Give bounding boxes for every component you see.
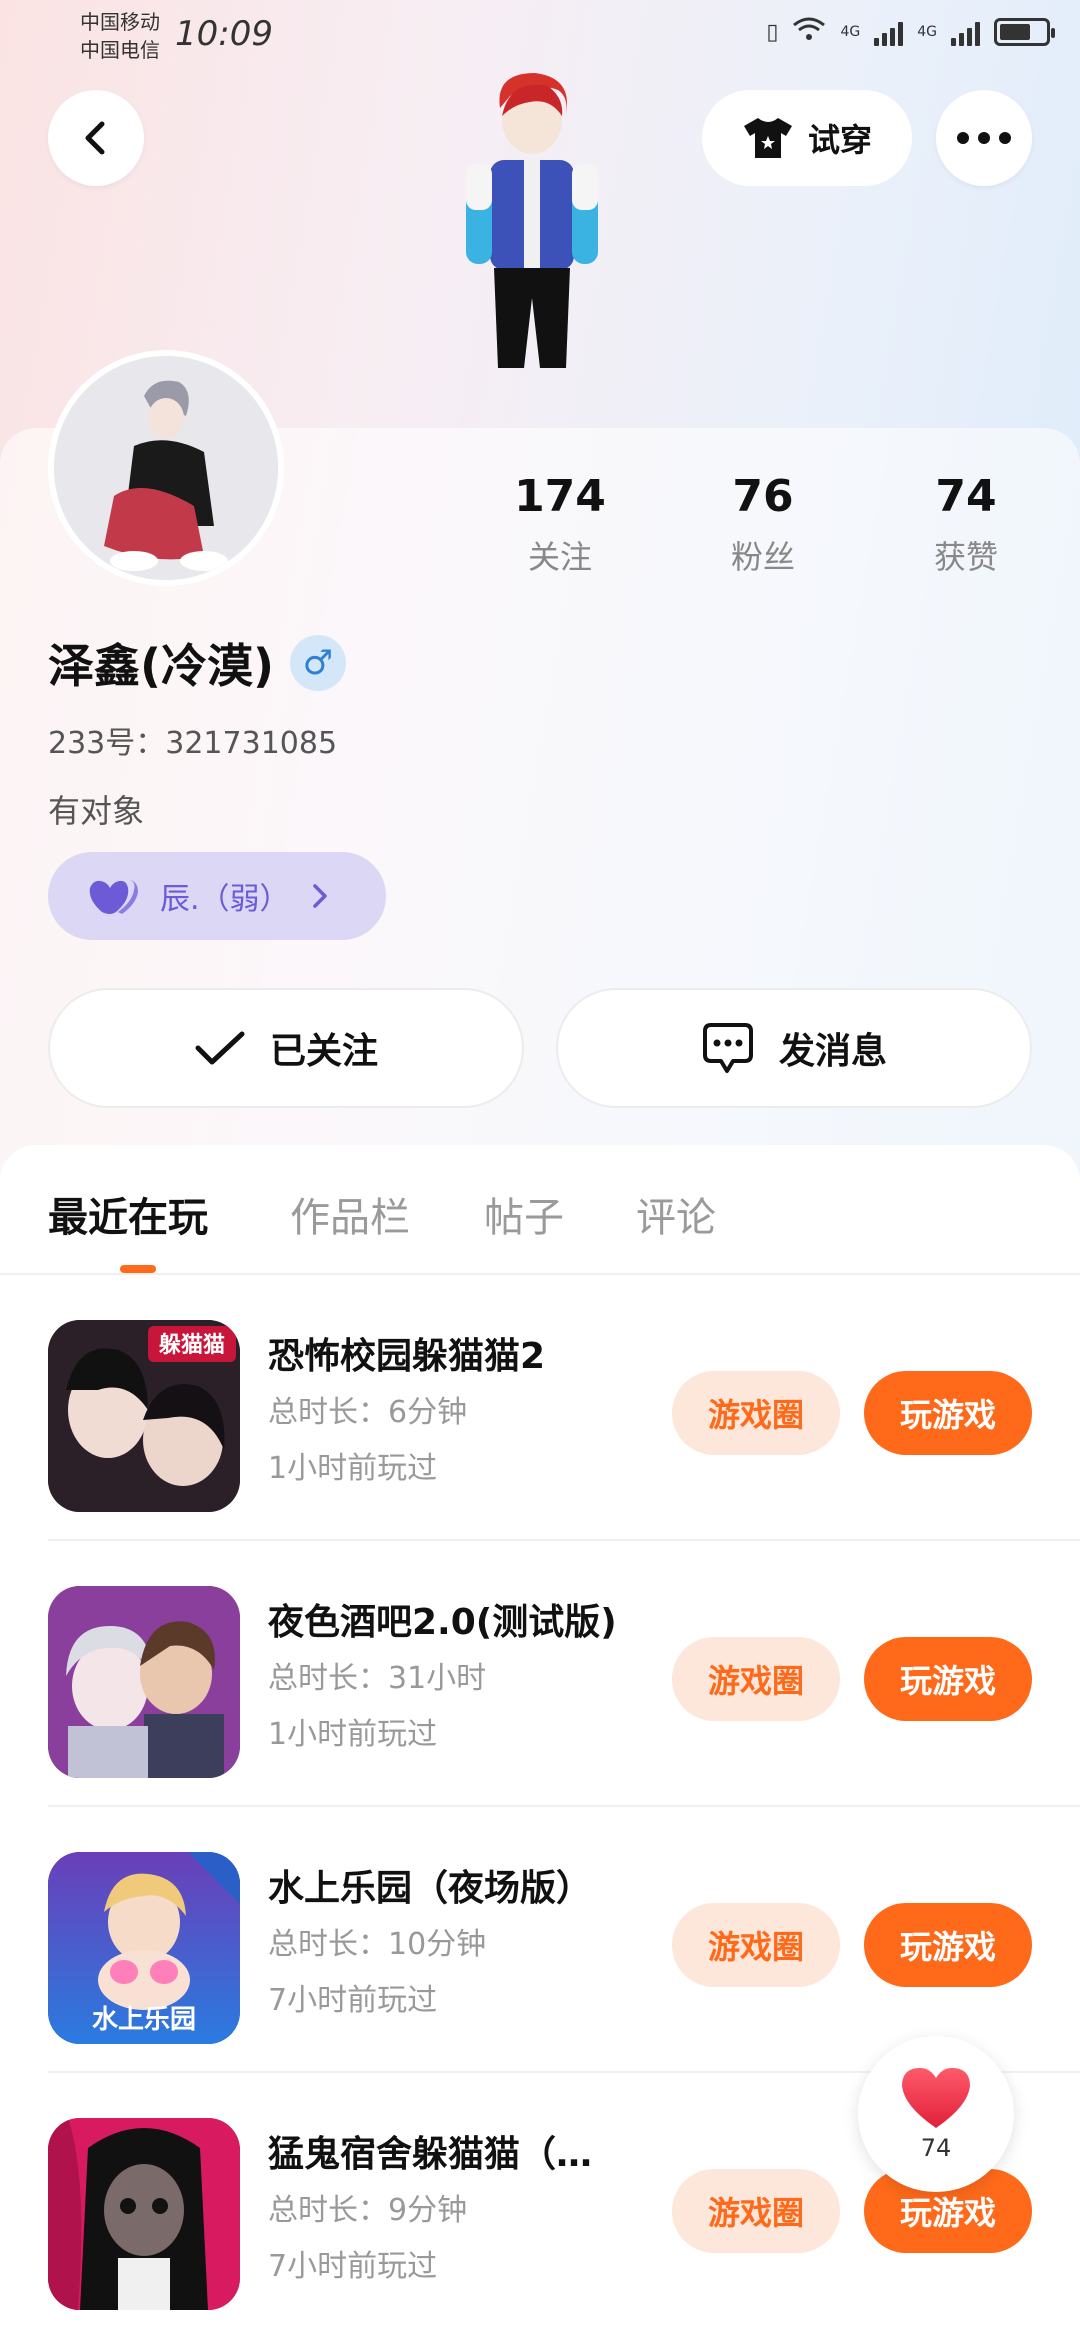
male-gender-icon: ♂	[290, 635, 347, 691]
check-icon	[195, 1031, 245, 1065]
play-game-button[interactable]: 玩游戏	[864, 1903, 1032, 1987]
user-avatar[interactable]	[48, 350, 284, 586]
vibrate-icon: ▯	[766, 19, 779, 45]
active-tab-indicator	[120, 1265, 156, 1273]
following-button[interactable]: 已关注	[48, 988, 524, 1108]
clock: 10:09	[175, 14, 273, 54]
game-title: 水上乐园（夜场版）	[268, 1868, 593, 1909]
status-bar: 中国移动 中国电信 10:09 ▯ 4G 4G	[0, 0, 1080, 70]
game-row[interactable]: 躲猫猫 恐怖校园躲猫猫2 总时长：6分钟 1小时前玩过 游戏圈 玩游戏	[0, 1275, 1080, 1541]
stat-following-label: 关注	[527, 538, 592, 576]
cp-relationship-pill[interactable]: 辰.（弱）	[48, 852, 386, 940]
send-message-button[interactable]: 发消息	[556, 988, 1032, 1108]
game-row[interactable]: 夜色酒吧2.0(测试版) 总时长：31小时 1小时前玩过 游戏圈 玩游戏	[0, 1541, 1080, 1807]
game-icon[interactable]	[48, 1586, 240, 1778]
game-icon[interactable]	[48, 2118, 240, 2310]
shirt-icon	[743, 118, 792, 158]
stat-likes[interactable]: 74 获赞	[886, 470, 1046, 578]
game-icon-text: 躲猫猫	[159, 1332, 225, 1358]
game-circle-button[interactable]: 游戏圈	[672, 1637, 840, 1721]
try-on-button[interactable]: 试穿	[702, 90, 912, 186]
signal-icon-2	[951, 18, 980, 46]
game-icon[interactable]: 水上乐园	[48, 1852, 240, 2044]
more-dots-icon	[957, 132, 1011, 144]
game-duration: 总时长：10分钟	[268, 1927, 487, 1962]
chevron-right-icon	[312, 884, 327, 908]
stat-likes-label: 获赞	[933, 538, 998, 576]
stat-following-value: 174	[514, 471, 606, 522]
chevron-left-icon	[85, 121, 105, 155]
wifi-icon	[792, 16, 826, 48]
network-type-1: 4G	[840, 24, 861, 40]
game-circle-button[interactable]: 游戏圈	[672, 1903, 840, 1987]
more-options-button[interactable]	[936, 90, 1032, 186]
game-icon[interactable]: 躲猫猫	[48, 1320, 240, 1512]
like-count: 74	[920, 2134, 952, 2162]
game-circle-button[interactable]: 游戏圈	[672, 1371, 840, 1455]
play-game-button[interactable]: 玩游戏	[864, 1371, 1032, 1455]
like-floating-button[interactable]: 74	[858, 2036, 1014, 2192]
user-bio: 有对象	[48, 792, 145, 830]
game-last-played: 1小时前玩过	[268, 1451, 438, 1486]
status-icons: ▯ 4G 4G	[766, 16, 1055, 48]
tab-posts[interactable]: 帖子	[484, 1185, 564, 1243]
stat-following[interactable]: 174 关注	[480, 470, 640, 578]
game-icon-text: 水上乐园	[92, 2005, 196, 2035]
chat-bubble-icon	[702, 1023, 753, 1073]
game-last-played: 7小时前玩过	[268, 1983, 438, 2018]
game-circle-button[interactable]: 游戏圈	[672, 2169, 840, 2253]
game-title: 夜色酒吧2.0(测试版)	[268, 1602, 617, 1643]
tab-recently-played[interactable]: 最近在玩	[48, 1185, 208, 1243]
heart-icon	[902, 2068, 970, 2128]
profile-tabs: 最近在玩 作品栏 帖子 评论	[0, 1145, 1080, 1275]
stat-followers-value: 76	[732, 471, 794, 522]
game-last-played: 1小时前玩过	[268, 1717, 438, 1752]
carrier-2: 中国电信	[80, 38, 160, 62]
user-id: 233号：321731085	[48, 726, 338, 761]
stat-followers[interactable]: 76 粉丝	[683, 470, 843, 578]
game-row[interactable]: 水上乐园 水上乐园（夜场版） 总时长：10分钟 7小时前玩过 游戏圈 玩游戏	[0, 1807, 1080, 2073]
tab-comments[interactable]: 评论	[636, 1185, 716, 1243]
cp-name: 辰.（弱）	[160, 882, 290, 917]
following-label: 已关注	[269, 1031, 378, 1072]
double-heart-icon	[89, 880, 138, 914]
game-title: 猛鬼宿舍躲猫猫（…	[268, 2134, 593, 2175]
carrier-1: 中国移动	[80, 10, 160, 34]
battery-icon	[994, 18, 1055, 46]
game-title: 恐怖校园躲猫猫2	[268, 1336, 546, 1377]
network-type-2: 4G	[917, 24, 937, 40]
signal-icon	[874, 18, 904, 46]
try-on-label: 试穿	[807, 121, 872, 159]
play-game-button[interactable]: 玩游戏	[864, 1637, 1032, 1721]
back-button[interactable]	[48, 90, 144, 186]
send-message-label: 发消息	[778, 1031, 887, 1072]
carrier-info: 中国移动 中国电信	[80, 8, 160, 64]
username-row: 泽鑫(冷漠) ♂	[48, 630, 347, 696]
game-duration: 总时长：6分钟	[268, 1395, 468, 1430]
game-duration: 总时长：9分钟	[268, 2193, 468, 2228]
game-last-played: 7小时前玩过	[268, 2249, 438, 2284]
tab-works[interactable]: 作品栏	[290, 1185, 410, 1243]
character-avatar-figure[interactable]	[440, 68, 620, 428]
stat-likes-value: 74	[935, 471, 997, 522]
stat-followers-label: 粉丝	[730, 538, 795, 576]
game-duration: 总时长：31小时	[268, 1661, 487, 1696]
username: 泽鑫(冷漠)	[48, 639, 275, 693]
